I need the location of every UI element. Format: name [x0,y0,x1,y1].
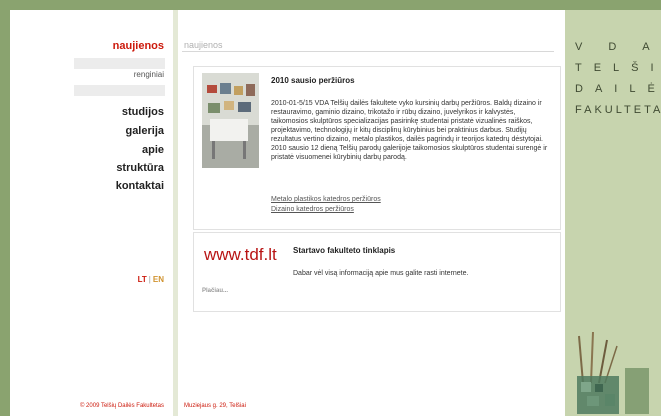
news-link[interactable]: Metalo plastikos katedros peržiūros [271,196,381,203]
paint-brushes-illustration [577,331,649,414]
nav-subitem-events[interactable]: renginiai [134,70,164,79]
nav-item-about[interactable]: apie [142,144,164,156]
copyright-text: © 2009 Telšių Dailės Fakultetas [79,403,164,409]
news-card: 2010 sausio peržiūros 2010-01-5/15 VDA T… [193,66,561,230]
photo-artwork [208,103,220,113]
section-title: naujienos [184,40,223,50]
photo-artwork [224,101,234,110]
watermark-line: DAILĖS [575,83,661,95]
news-body: 2010-01-5/15 VDA Telšių dailės fakultete… [271,100,548,161]
watermark-line: VDA [575,41,650,53]
photo-table-leg [243,141,246,159]
column-divider [173,10,178,416]
left-navigation-column: naujienos renginiai studijos galerija ap… [10,10,170,416]
news-title: Startavo fakulteto tinklapis [293,246,396,255]
photo-artwork [207,85,217,93]
photo-table [210,119,248,141]
photo-artwork [220,83,231,94]
news-link[interactable]: Dizaino katedros peržiūros [271,206,354,213]
nav-item-news[interactable]: naujienos [113,40,164,52]
section-divider [182,51,554,52]
nav-highlight-bar [74,85,165,96]
news-photo[interactable] [202,73,259,168]
nav-item-studies[interactable]: studijos [122,106,164,118]
main-content: naujienos 2010 sausio peržiūros 2010-01-… [182,10,565,416]
nav-highlight-bar [74,58,165,69]
news-body: Dabar vėl visą informaciją apie mus gali… [293,270,469,277]
watermark-line: TELŠIŲ [575,62,661,74]
photo-artwork [234,86,243,95]
language-switcher: LT | EN [138,275,164,284]
photo-artwork [246,84,255,96]
language-en-link[interactable]: EN [153,275,164,284]
news-title: 2010 sausio peržiūros [271,76,355,85]
page-frame: naujienos renginiai studijos galerija ap… [10,10,661,416]
website-logo[interactable]: www.tdf.lt [204,245,277,265]
photo-table-leg [212,141,215,159]
language-lt-link[interactable]: LT [138,275,147,284]
side-branding-panel: VDA TELŠIŲ DAILĖS FAKULTETAS [565,10,661,416]
read-more-link[interactable]: Plačiau... [202,288,228,294]
watermark-line: FAKULTETAS [575,104,661,116]
nav-item-contacts[interactable]: kontaktai [116,180,164,192]
nav-item-structure[interactable]: struktūra [116,162,164,174]
footer-address: Muziejaus g. 29, Telšiai [184,403,246,409]
photo-artwork [238,102,251,112]
language-separator: | [148,275,151,284]
nav-item-gallery[interactable]: galerija [125,125,164,137]
news-card: www.tdf.lt Startavo fakulteto tinklapis … [193,232,561,312]
